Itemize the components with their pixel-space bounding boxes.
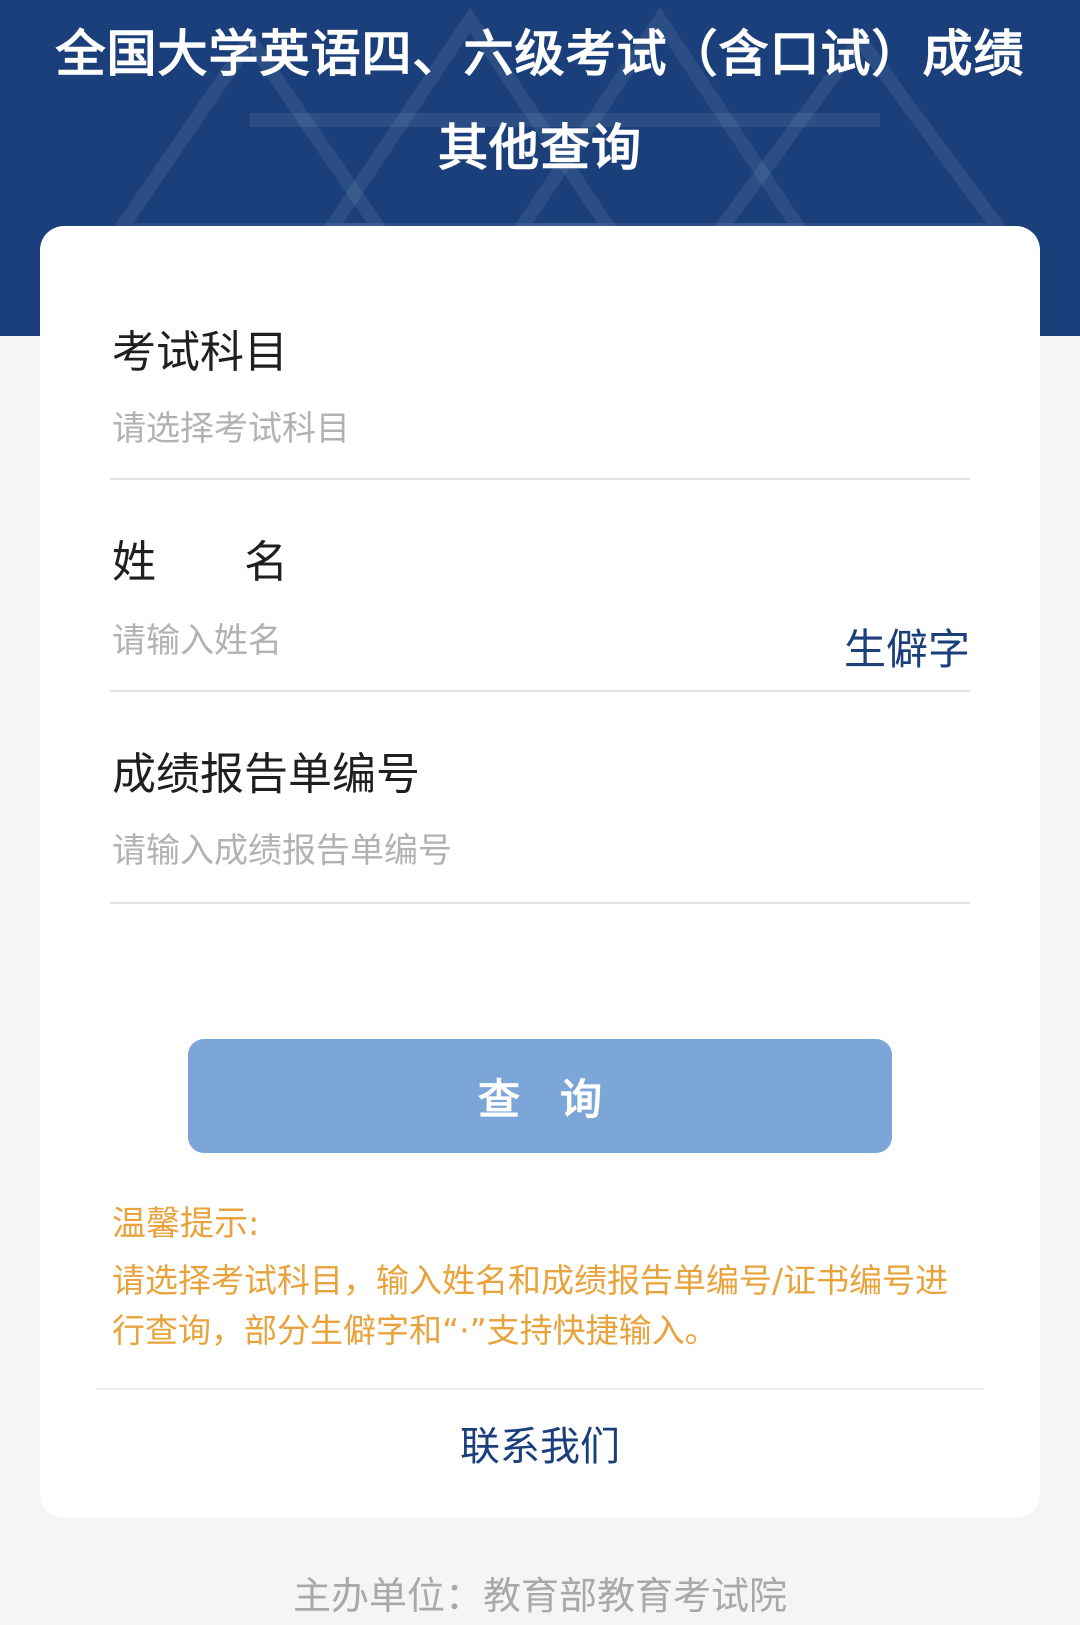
report-number-underline [110,902,970,904]
query-button[interactable]: 查询 [188,1039,892,1153]
name-label: 姓 名 [112,537,288,588]
name-input[interactable] [112,616,792,666]
query-form-card: 考试科目 姓 名 生僻字 成绩报告单编号 查询 温馨提示: 请选择考试科目，输入… [40,226,1040,1518]
report-number-label: 成绩报告单编号 [112,749,420,800]
subject-label: 考试科目 [112,327,288,378]
page-title-line1: 全国大学英语四、六级考试（含口试）成绩 [55,25,1025,83]
tips-title: 温馨提示: [112,1204,260,1244]
name-underline [110,690,970,692]
contact-us-link[interactable]: 联系我们 [40,1414,1040,1472]
rare-character-link[interactable]: 生僻字 [844,616,970,677]
organizer-footer: 主办单位：教育部教育考试院 [292,1574,787,1618]
report-number-input[interactable] [112,826,902,876]
subject-underline [110,478,970,480]
card-divider [96,1388,984,1390]
subject-select[interactable] [112,404,902,454]
tips-body: 请选择考试科目，输入姓名和成绩报告单编号/证书编号进行查询，部分生僻字和“·”支… [112,1261,949,1350]
page-title-line2: 其他查询 [438,119,642,177]
